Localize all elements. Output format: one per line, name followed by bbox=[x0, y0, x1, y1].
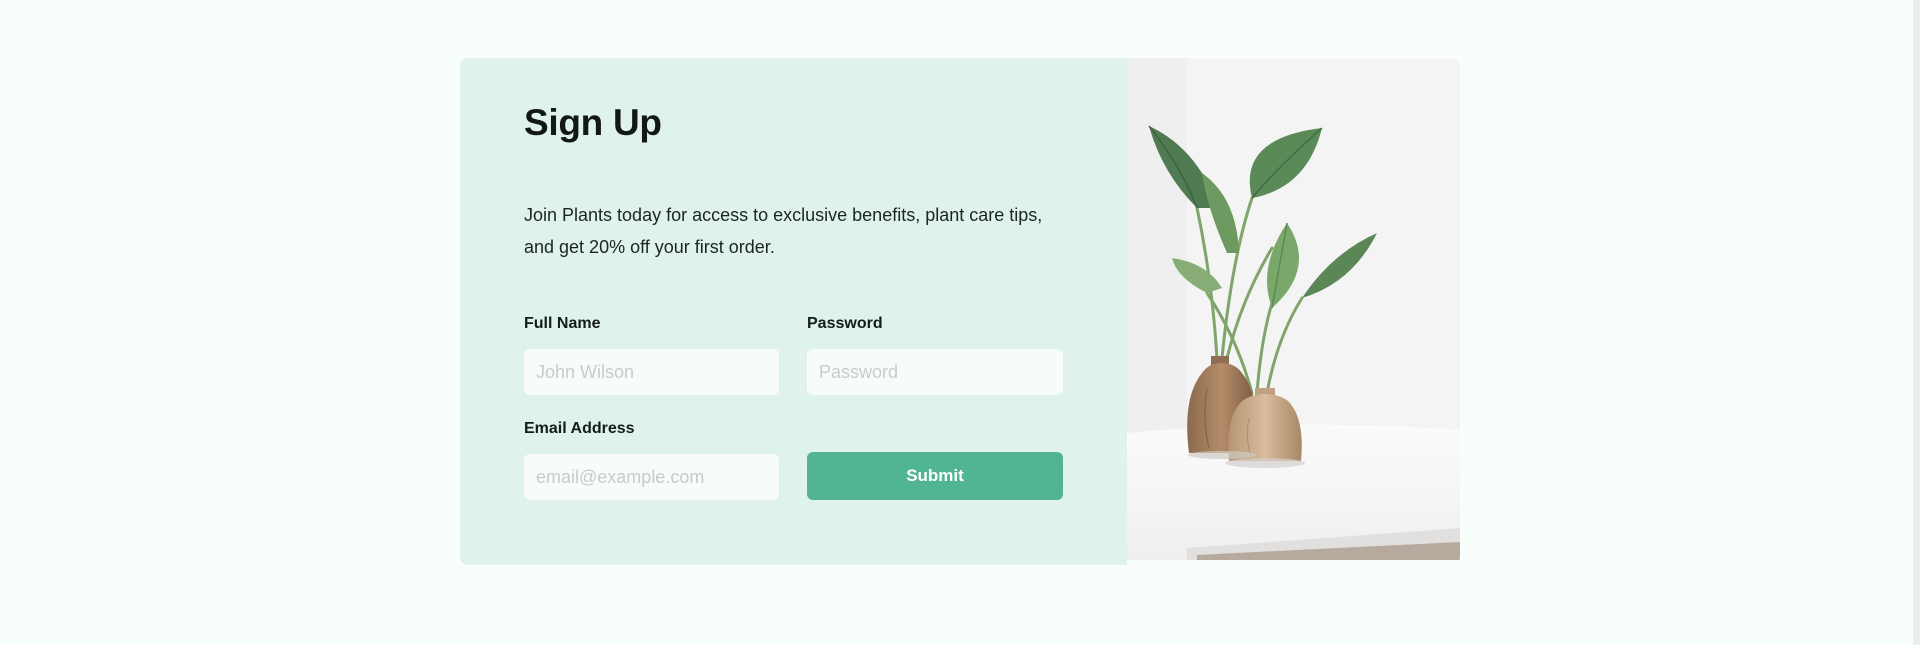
plant-photo bbox=[1127, 58, 1460, 560]
signup-card: Sign Up Join Plants today for access to … bbox=[460, 58, 1460, 565]
email-label: Email Address bbox=[524, 420, 635, 437]
password-label: Password bbox=[807, 315, 883, 332]
page: Sign Up Join Plants today for access to … bbox=[0, 0, 1920, 645]
plant-illustration bbox=[1127, 58, 1460, 560]
full-name-label: Full Name bbox=[524, 315, 601, 332]
signup-form-panel: Sign Up Join Plants today for access to … bbox=[460, 58, 1127, 565]
full-name-input[interactable] bbox=[524, 349, 779, 395]
submit-button[interactable]: Submit bbox=[807, 452, 1063, 500]
page-title: Sign Up bbox=[524, 102, 662, 143]
password-input[interactable] bbox=[807, 349, 1063, 395]
signup-description: Join Plants today for access to exclusiv… bbox=[524, 205, 1043, 257]
email-input[interactable] bbox=[524, 454, 779, 500]
page-scrollbar[interactable] bbox=[1913, 0, 1920, 645]
